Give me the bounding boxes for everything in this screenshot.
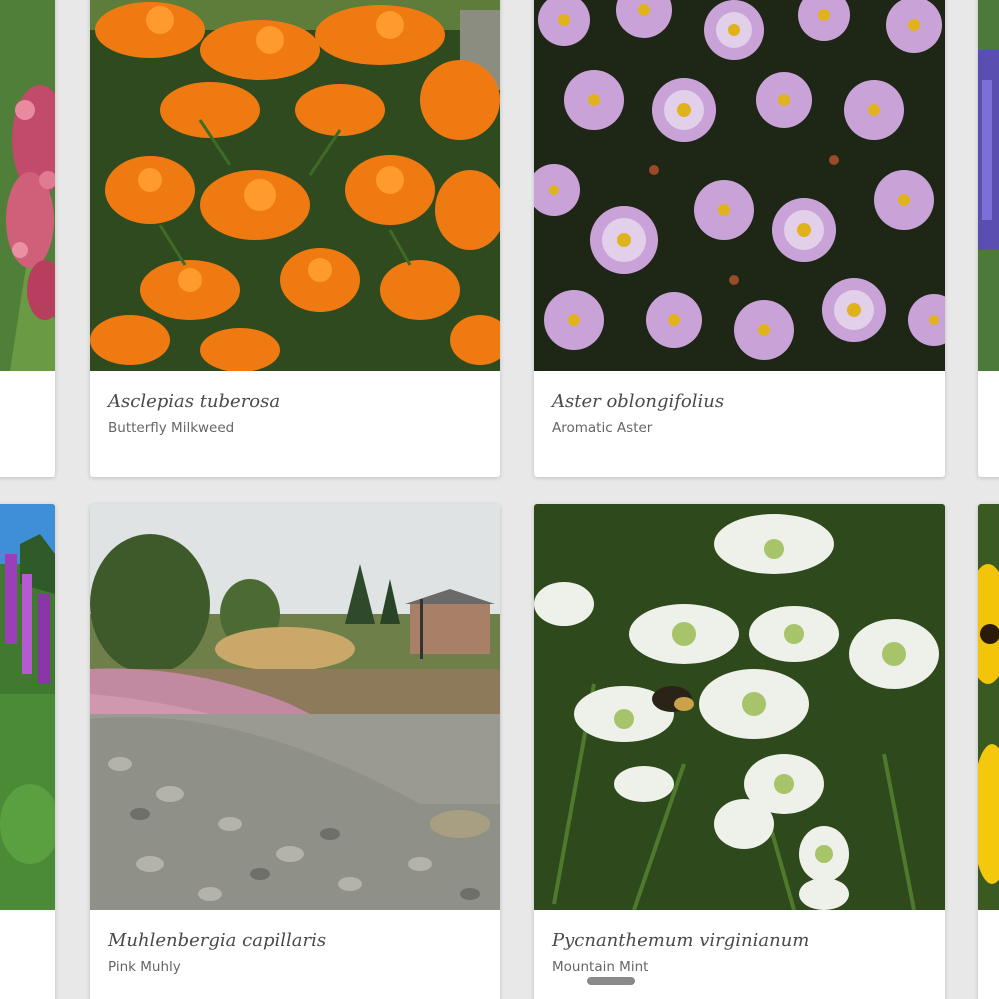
scientific-name: Pycnanthemum virginianum [552, 930, 810, 951]
scientific-name: Aster oblongifolius [552, 391, 725, 412]
plant-caption: Muhlenbergia capillaris Pink Muhly [90, 910, 500, 975]
plant-card-partial-right[interactable] [978, 0, 999, 477]
common-name: Mountain Mint [552, 959, 649, 975]
plant-photo [90, 0, 500, 371]
plant-gallery: Asclepias tuberosa Butterfly Milkweed As… [0, 0, 999, 999]
plant-photo [978, 504, 999, 910]
plant-photo [534, 0, 945, 371]
plant-card[interactable]: Aster oblongifolius Aromatic Aster [534, 0, 945, 477]
plant-card[interactable]: Asclepias tuberosa Butterfly Milkweed [90, 0, 500, 477]
plant-card-partial-left[interactable] [0, 0, 55, 477]
plant-photo [90, 504, 500, 910]
plant-photo [534, 504, 945, 910]
plant-photo [0, 504, 55, 910]
plant-photo [0, 0, 55, 371]
common-name: Aromatic Aster [552, 420, 653, 436]
plant-caption: Asclepias tuberosa Butterfly Milkweed [90, 371, 500, 436]
scroll-handle[interactable] [587, 977, 635, 985]
common-name: Butterfly Milkweed [108, 420, 235, 436]
common-name: Pink Muhly [108, 959, 181, 975]
plant-caption: Aster oblongifolius Aromatic Aster [534, 371, 945, 436]
plant-caption: Pycnanthemum virginianum Mountain Mint [534, 910, 945, 975]
plant-card-partial-left[interactable] [0, 504, 55, 999]
plant-card-partial-right[interactable] [978, 504, 999, 999]
scientific-name: Asclepias tuberosa [108, 391, 281, 412]
plant-card[interactable]: Muhlenbergia capillaris Pink Muhly [90, 504, 500, 999]
scientific-name: Muhlenbergia capillaris [108, 930, 327, 951]
plant-photo [978, 0, 999, 371]
plant-card[interactable]: Pycnanthemum virginianum Mountain Mint [534, 504, 945, 999]
